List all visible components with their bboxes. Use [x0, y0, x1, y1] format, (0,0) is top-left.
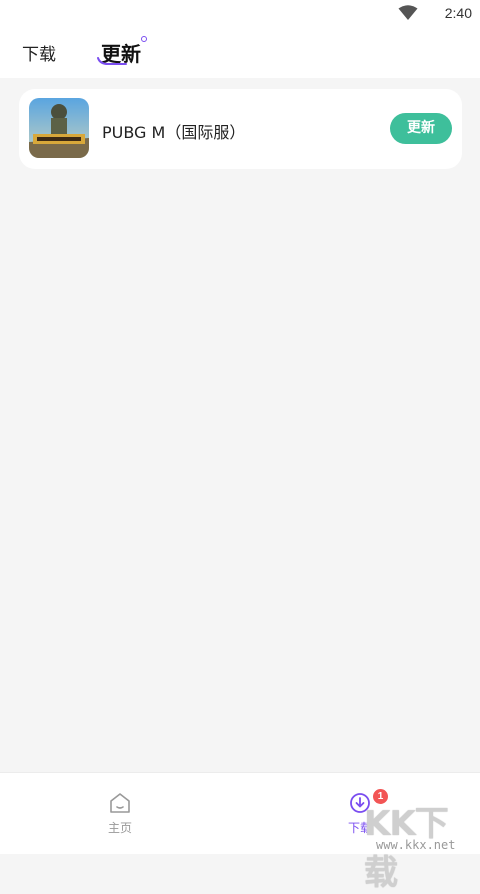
tab-download[interactable]: 下载 — [22, 40, 56, 65]
watermark-url: www.kkx.net — [376, 838, 456, 852]
nav-home-label: 主页 — [107, 821, 132, 835]
active-tab-indicator — [97, 57, 127, 65]
wifi-icon — [398, 5, 418, 20]
update-button[interactable]: 更新 — [390, 113, 452, 144]
watermark: KK下载 www.kkx.net — [362, 796, 480, 893]
status-bar: 2:40 — [0, 0, 480, 26]
list-item[interactable]: PUBG M（国际服） 更新 — [19, 89, 462, 169]
update-list: PUBG M（国际服） 更新 — [0, 78, 480, 772]
top-tab-bar: 下载 更新 — [0, 26, 480, 78]
pubg-icon — [29, 98, 89, 158]
home-icon — [110, 793, 130, 813]
tab-indicator-dot — [141, 36, 147, 42]
nav-home[interactable]: 主页 — [90, 791, 150, 836]
app-name: PUBG M（国际服） — [102, 123, 246, 142]
status-time: 2:40 — [444, 5, 472, 21]
